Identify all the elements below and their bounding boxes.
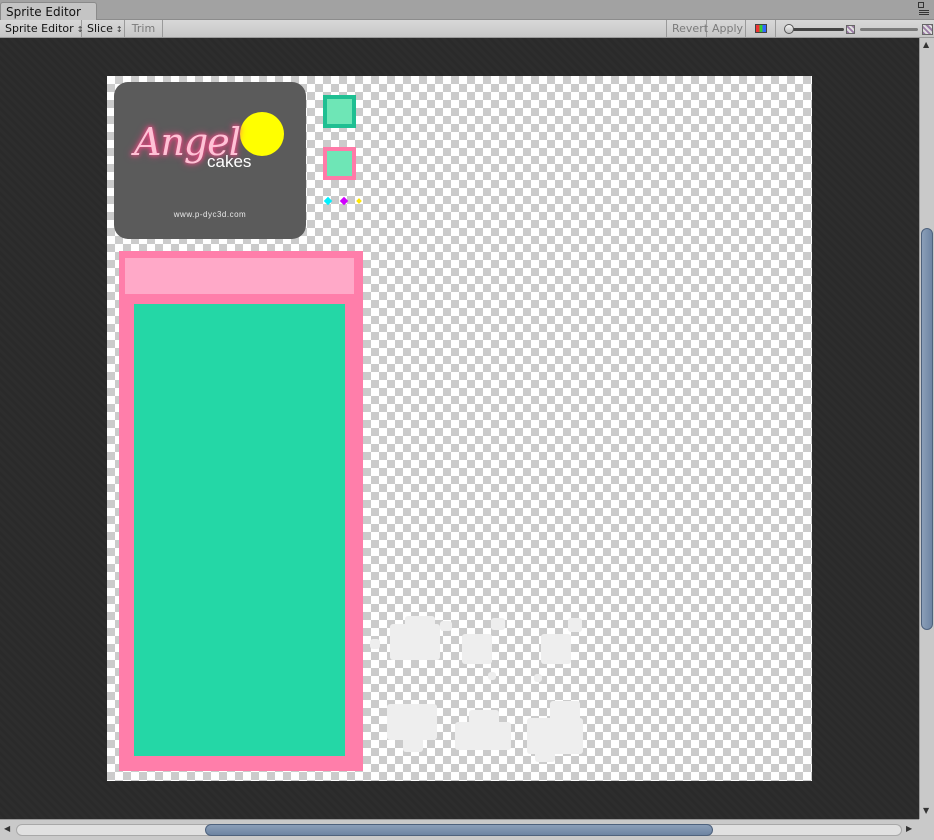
rgb-channel-icon	[755, 24, 767, 33]
menu-icon[interactable]	[919, 10, 929, 16]
scrollbar-corner	[919, 819, 934, 840]
cloud-sprite[interactable]	[491, 618, 505, 630]
scroll-up-icon[interactable]: ▲	[923, 40, 929, 49]
cloud-sprite[interactable]	[568, 618, 582, 632]
slice-dropdown[interactable]: Slice ↕	[82, 20, 125, 38]
vertical-scrollbar[interactable]: ▲ ▼	[919, 38, 934, 819]
cloud-sprite[interactable]	[462, 634, 492, 664]
apply-button[interactable]: Apply	[707, 20, 746, 38]
cloud-sprite[interactable]	[440, 621, 452, 631]
mip-slider-track[interactable]	[860, 28, 918, 31]
tab-sprite-editor[interactable]: Sprite Editor	[0, 2, 97, 21]
panel-header	[125, 258, 354, 294]
zoom-slider[interactable]	[784, 20, 846, 38]
cyan-dot-sprite[interactable]	[323, 196, 333, 206]
cloud-sprite[interactable]	[541, 634, 571, 664]
vertical-scroll-thumb[interactable]	[921, 228, 933, 630]
logo-sprite[interactable]: Angel cakes www.p-dyc3d.com	[114, 82, 306, 239]
panel-body	[134, 304, 345, 756]
cloud-sprite[interactable]	[535, 748, 555, 762]
sprite-editor-dropdown[interactable]: Sprite Editor ↕	[0, 20, 83, 38]
tab-bar: Sprite Editor	[0, 0, 934, 21]
cloud-sprite[interactable]	[469, 710, 499, 724]
sprite-editor-dropdown-label: Sprite Editor	[5, 22, 74, 35]
cloud-sprite[interactable]	[403, 738, 423, 752]
window-controls	[912, 1, 930, 19]
zoom-slider-handle[interactable]	[784, 24, 794, 34]
scroll-right-icon[interactable]: ▶	[906, 824, 912, 833]
zoom-slider-track[interactable]	[788, 28, 844, 31]
cloud-sprite[interactable]	[370, 639, 380, 649]
sprite-sheet-texture[interactable]: Angel cakes www.p-dyc3d.com	[107, 76, 812, 781]
trim-button[interactable]: Trim	[125, 20, 163, 38]
cloud-sprite[interactable]	[455, 722, 511, 750]
sun-circle	[240, 112, 284, 156]
horizontal-scroll-thumb[interactable]	[205, 824, 713, 836]
color-channel-toggle[interactable]	[746, 20, 776, 38]
scroll-down-icon[interactable]: ▼	[923, 806, 929, 815]
cloud-sprite[interactable]	[488, 672, 496, 680]
pink-swatch-sprite[interactable]	[323, 147, 356, 180]
magenta-dot-sprite[interactable]	[339, 196, 349, 206]
logo-word-text: cakes	[207, 152, 252, 171]
slice-dropdown-label: Slice	[87, 22, 113, 35]
sprite-viewport[interactable]: Angel cakes www.p-dyc3d.com	[0, 38, 919, 819]
toolbar: Sprite Editor ↕ Slice ↕ Trim Revert Apply	[0, 20, 934, 38]
cloud-sprite[interactable]	[534, 674, 542, 682]
green-swatch-sprite[interactable]	[323, 95, 356, 128]
chevron-updown-icon: ↕	[115, 25, 123, 34]
revert-button[interactable]: Revert	[666, 20, 708, 38]
cloud-sprite[interactable]	[387, 704, 437, 740]
mip-level-slider[interactable]	[846, 20, 934, 38]
checker-small-icon	[846, 25, 855, 34]
logo-url-text: www.p-dyc3d.com	[173, 210, 247, 219]
maximize-icon[interactable]	[918, 2, 924, 8]
panel-sprite[interactable]	[119, 251, 363, 771]
horizontal-scrollbar[interactable]: ◀ ▶	[0, 819, 919, 840]
yellow-dot-sprite[interactable]	[356, 198, 362, 204]
checker-large-icon	[922, 24, 933, 35]
scroll-left-icon[interactable]: ◀	[4, 824, 10, 833]
cloud-sprite[interactable]	[550, 701, 580, 721]
cloud-sprite[interactable]	[405, 616, 435, 630]
